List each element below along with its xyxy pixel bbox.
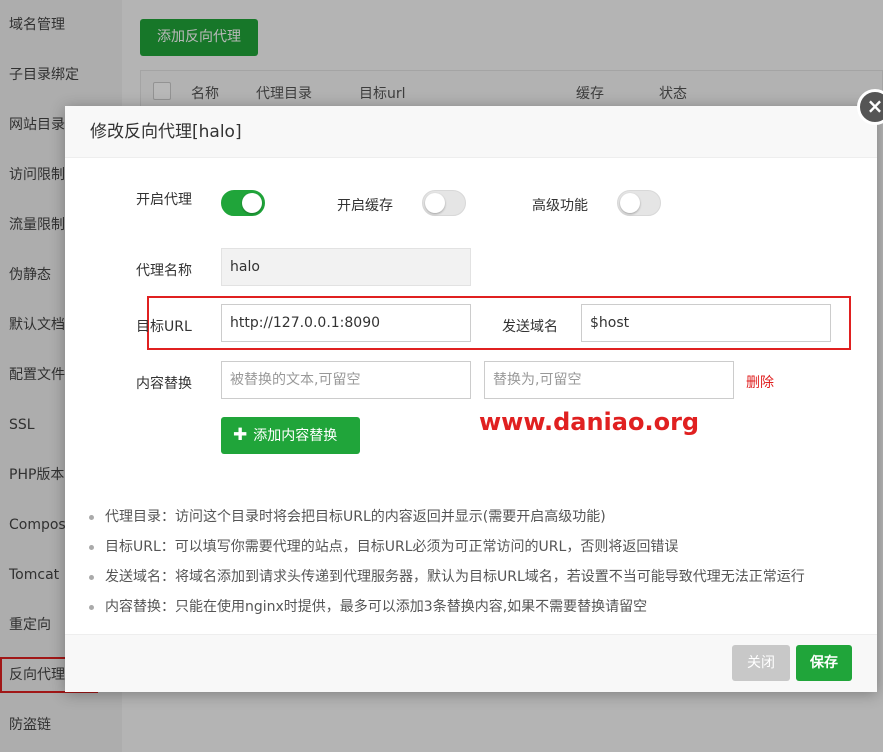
enable-proxy-toggle[interactable] <box>221 190 265 216</box>
help-note: 发送域名：将域名添加到请求头传递到代理服务器，默认为目标URL域名，若设置不当可… <box>89 562 869 592</box>
advanced-toggle[interactable] <box>617 190 661 216</box>
proxy-name-field: halo <box>221 248 471 286</box>
bullet-icon <box>89 575 94 580</box>
bullet-icon <box>89 545 94 550</box>
target-url-input[interactable]: http://127.0.0.1:8090 <box>221 304 471 342</box>
content-replace-label: 内容替换 <box>136 376 192 392</box>
help-note: 代理目录：访问这个目录时将会把目标URL的内容返回并显示(需要开启高级功能) <box>89 502 869 532</box>
dialog-footer: 关闭 保存 <box>65 634 877 692</box>
bullet-icon <box>89 515 94 520</box>
toggle-knob <box>425 193 445 213</box>
add-content-replace-label: 添加内容替换 <box>253 428 338 444</box>
proxy-name-label: 代理名称 <box>136 263 192 279</box>
help-note: 目标URL：可以填写你需要代理的站点，目标URL必须为可正常访问的URL，否则将… <box>89 532 869 562</box>
toggle-knob <box>242 193 262 213</box>
delete-replace-link[interactable]: 删除 <box>746 372 774 392</box>
send-domain-label: 发送域名 <box>502 319 558 335</box>
edit-reverse-proxy-dialog: 修改反向代理[halo] 开启代理 开启缓存 高级功能 代理名称 halo 目标… <box>65 106 877 692</box>
add-content-replace-button[interactable]: ✚ 添加内容替换 <box>221 417 360 454</box>
help-note-text: 目标URL：可以填写你需要代理的站点，目标URL必须为可正常访问的URL，否则将… <box>105 539 679 555</box>
help-note: 内容替换：只能在使用nginx时提供，最多可以添加3条替换内容,如果不需要替换请… <box>89 592 869 622</box>
help-note-text: 内容替换：只能在使用nginx时提供，最多可以添加3条替换内容,如果不需要替换请… <box>105 599 648 615</box>
enable-proxy-label: 开启代理 <box>136 192 192 208</box>
help-note-text: 代理目录：访问这个目录时将会把目标URL的内容返回并显示(需要开启高级功能) <box>105 509 606 525</box>
replace-to-input[interactable]: 替换为,可留空 <box>484 361 734 399</box>
toggle-knob <box>620 193 640 213</box>
plus-icon: ✚ <box>233 425 248 445</box>
enable-cache-label: 开启缓存 <box>337 198 393 214</box>
target-url-label: 目标URL <box>136 319 192 335</box>
help-note-text: 发送域名：将域名添加到请求头传递到代理服务器，默认为目标URL域名，若设置不当可… <box>105 569 805 585</box>
send-domain-input[interactable]: $host <box>581 304 831 342</box>
advanced-label: 高级功能 <box>532 198 588 214</box>
close-button[interactable]: 关闭 <box>732 645 790 681</box>
save-button[interactable]: 保存 <box>796 645 852 681</box>
dialog-title: 修改反向代理[halo] <box>65 106 877 158</box>
enable-cache-toggle[interactable] <box>422 190 466 216</box>
bullet-icon <box>89 605 94 610</box>
replace-from-input[interactable]: 被替换的文本,可留空 <box>221 361 471 399</box>
watermark-text: www.daniao.org <box>479 408 700 436</box>
help-notes: 代理目录：访问这个目录时将会把目标URL的内容返回并显示(需要开启高级功能) 目… <box>89 502 869 622</box>
